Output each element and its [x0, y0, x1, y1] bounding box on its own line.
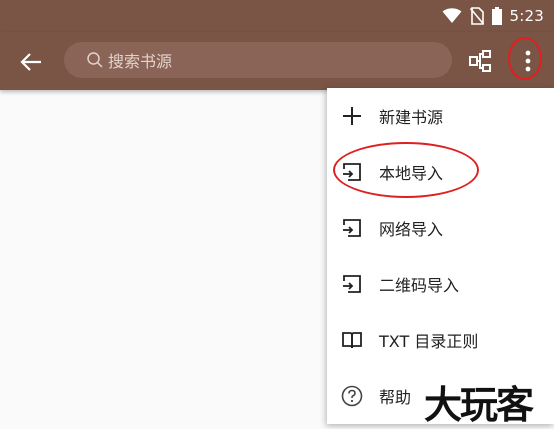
- menu-item-qrcode-import[interactable]: 二维码导入: [327, 256, 554, 312]
- menu-item-new-source[interactable]: 新建书源: [327, 88, 554, 144]
- menu-item-label: 二维码导入: [379, 276, 460, 295]
- menu-item-label: 帮助: [379, 388, 412, 407]
- import-icon: [343, 163, 361, 181]
- status-bar: 5:23: [0, 0, 554, 32]
- import-icon: [343, 275, 361, 293]
- watermark: 大玩客: [424, 383, 534, 427]
- status-icons: 5:23: [442, 5, 544, 27]
- search-input[interactable]: 搜索书源: [64, 42, 452, 78]
- menu-item-label: 新建书源: [379, 108, 444, 127]
- import-icon: [343, 219, 361, 237]
- help-icon: [341, 385, 363, 407]
- plus-icon: [343, 107, 361, 125]
- menu-item-label: TXT 目录正则: [379, 332, 479, 351]
- wifi-icon: [442, 8, 462, 23]
- toolbar: 搜索书源: [0, 32, 554, 90]
- menu-item-network-import[interactable]: 网络导入: [327, 200, 554, 256]
- book-icon: [342, 332, 362, 349]
- back-arrow-icon[interactable]: [18, 49, 44, 75]
- no-sim-icon: [469, 7, 484, 25]
- menu-item-label: 本地导入: [379, 164, 444, 183]
- menu-item-label: 网络导入: [379, 220, 444, 239]
- search-placeholder: 搜索书源: [108, 52, 173, 71]
- search-icon: [87, 52, 103, 68]
- more-vert-icon[interactable]: [516, 44, 540, 78]
- battery-icon: [491, 7, 502, 25]
- menu-item-txt-toc-regex[interactable]: TXT 目录正则: [327, 312, 554, 368]
- status-time: 5:23: [509, 7, 544, 25]
- menu-item-local-import[interactable]: 本地导入: [327, 144, 554, 200]
- group-icon[interactable]: [468, 48, 494, 74]
